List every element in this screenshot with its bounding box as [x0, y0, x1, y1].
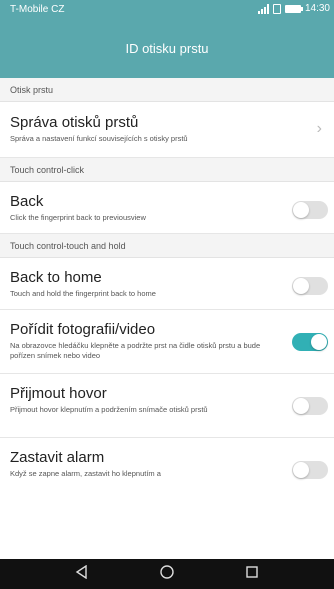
take-photo-toggle[interactable]	[292, 333, 328, 351]
item-title: Zastavit alarm	[10, 449, 105, 466]
take-photo-item[interactable]: Pořídit fotografii/video Na obrazovce hl…	[0, 310, 334, 374]
chevron-right-icon: ›	[316, 120, 322, 137]
toggle-knob	[293, 202, 309, 218]
item-subtitle: Na obrazovce hledáčku klepněte a podržte…	[10, 341, 261, 360]
status-icons: 14:30	[257, 3, 330, 14]
status-bar: T-Mobile CZ 14:30	[0, 0, 334, 20]
back-toggle[interactable]	[292, 201, 328, 219]
back-item[interactable]: Back Click the fingerprint back to previ…	[0, 182, 334, 234]
item-title: Back	[10, 193, 44, 210]
stop-alarm-toggle[interactable]	[292, 461, 328, 479]
carrier-label: T-Mobile CZ	[10, 4, 65, 15]
item-subtitle: Když se zapne alarm, zastavit ho klepnut…	[10, 469, 161, 478]
stop-alarm-item[interactable]: Zastavit alarm Když se zapne alarm, zast…	[0, 438, 334, 502]
section-header-hold: Touch control-touch and hold	[0, 234, 334, 258]
item-subtitle: Přijmout hovor klepnutím a podržením sní…	[10, 405, 208, 414]
signal-icon	[257, 3, 269, 14]
toggle-knob	[311, 334, 327, 350]
toggle-knob	[293, 278, 309, 294]
navigation-bar	[0, 559, 334, 589]
item-subtitle: Správa a nastavení funkcí souvisejících …	[10, 134, 188, 143]
battery-icon	[284, 4, 303, 13]
answer-call-toggle[interactable]	[292, 397, 328, 415]
toggle-knob	[293, 398, 309, 414]
answer-call-item[interactable]: Přijmout hovor Přijmout hovor klepnutím …	[0, 374, 334, 438]
section-header-click: Touch control-click	[0, 158, 334, 182]
toggle-knob	[293, 462, 309, 478]
home-circle-icon[interactable]	[160, 564, 174, 584]
item-title: Přijmout hovor	[10, 385, 107, 402]
back-to-home-toggle[interactable]	[292, 277, 328, 295]
back-to-home-item[interactable]: Back to home Touch and hold the fingerpr…	[0, 258, 334, 310]
settings-list: Otisk prstu Správa otisků prstů Správa a…	[0, 78, 334, 502]
item-title: Správa otisků prstů	[10, 114, 139, 131]
item-title: Back to home	[10, 269, 102, 286]
section-header-otisk: Otisk prstu	[0, 78, 334, 102]
recents-square-icon[interactable]	[245, 565, 259, 584]
item-subtitle: Touch and hold the fingerprint back to h…	[10, 289, 156, 298]
sim-icon	[272, 3, 281, 14]
clock: 14:30	[304, 3, 330, 14]
page-title: ID otisku prstu	[0, 20, 334, 78]
back-triangle-icon[interactable]	[75, 564, 89, 584]
item-title: Pořídit fotografii/video	[10, 321, 156, 338]
fingerprint-management-item[interactable]: Správa otisků prstů Správa a nastavení f…	[0, 102, 334, 158]
item-subtitle: Click the fingerprint back to previousvi…	[10, 213, 146, 222]
